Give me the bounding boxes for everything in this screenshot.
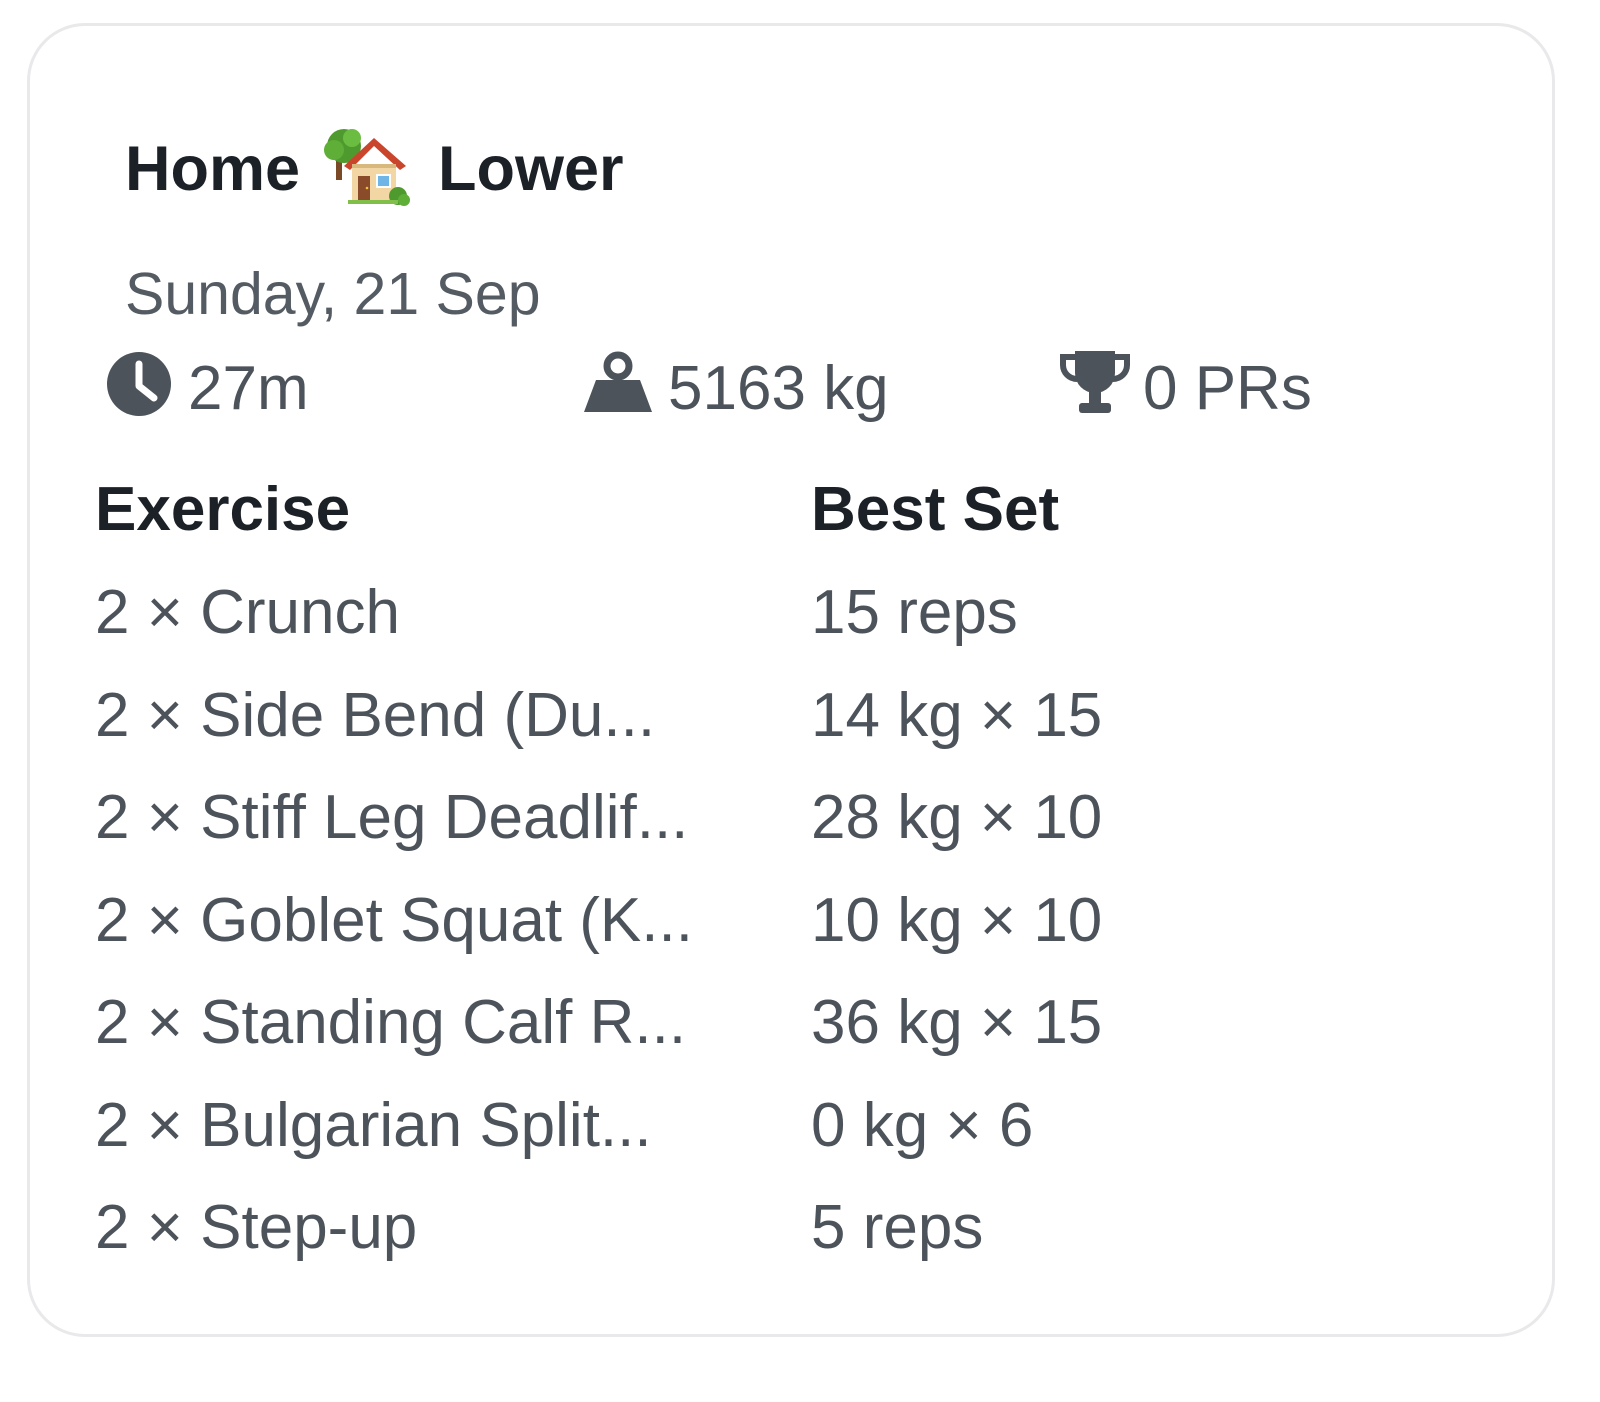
- best-set-value: 15 reps: [811, 578, 1018, 647]
- prs-value: 0 PRs: [1143, 353, 1312, 423]
- workout-title-part1: Home: [125, 134, 301, 204]
- clock-icon: [104, 346, 174, 431]
- table-row[interactable]: 2 × Standing Calf R... 36 kg × 15: [0, 987, 1600, 1090]
- table-row[interactable]: 2 × Goblet Squat (K... 10 kg × 10: [0, 885, 1600, 988]
- best-set-value: 0 kg × 6: [811, 1090, 1034, 1160]
- best-set-value: 28 kg × 10: [811, 783, 1103, 852]
- duration-value: 27m: [188, 353, 309, 423]
- workout-title-part2: Lower: [438, 134, 624, 204]
- exercise-name: 2 × Crunch: [95, 578, 401, 647]
- table-row[interactable]: 2 × Stiff Leg Deadlif... 28 kg × 10: [0, 782, 1600, 885]
- volume-value: 5163 kg: [668, 353, 889, 423]
- column-header-best-set: Best Set: [811, 475, 1060, 544]
- exercise-list: 2 × Crunch 15 reps 2 × Side Bend (Du... …: [0, 577, 1600, 1295]
- workout-date: Sunday, 21 Sep: [125, 261, 541, 327]
- table-row[interactable]: 2 × Side Bend (Du... 14 kg × 15: [0, 680, 1600, 783]
- exercise-name: 2 × Standing Calf R...: [95, 988, 687, 1057]
- house-with-garden-icon: [322, 124, 412, 214]
- exercise-name: 2 × Side Bend (Du...: [95, 680, 656, 750]
- stat-volume: 5163 kg: [582, 348, 889, 428]
- weight-icon: [582, 346, 654, 431]
- column-header-exercise: Exercise: [95, 475, 351, 544]
- best-set-value: 10 kg × 10: [811, 885, 1103, 955]
- table-row[interactable]: 2 × Bulgarian Split... 0 kg × 6: [0, 1090, 1600, 1193]
- exercise-name: 2 × Stiff Leg Deadlif...: [95, 783, 689, 852]
- best-set-value: 14 kg × 15: [811, 680, 1103, 750]
- stat-duration: 27m: [104, 348, 309, 428]
- best-set-value: 36 kg × 15: [811, 988, 1103, 1057]
- table-row[interactable]: 2 × Crunch 15 reps: [0, 577, 1600, 680]
- exercise-name: 2 × Goblet Squat (K...: [95, 885, 693, 955]
- table-row[interactable]: 2 × Step-up 5 reps: [0, 1192, 1600, 1295]
- trophy-icon: [1057, 345, 1133, 432]
- exercise-name: 2 × Bulgarian Split...: [95, 1090, 652, 1160]
- workout-title: Home Lower: [125, 124, 624, 214]
- best-set-value: 5 reps: [811, 1193, 984, 1262]
- exercise-name: 2 × Step-up: [95, 1193, 418, 1262]
- stat-prs: 0 PRs: [1057, 348, 1312, 428]
